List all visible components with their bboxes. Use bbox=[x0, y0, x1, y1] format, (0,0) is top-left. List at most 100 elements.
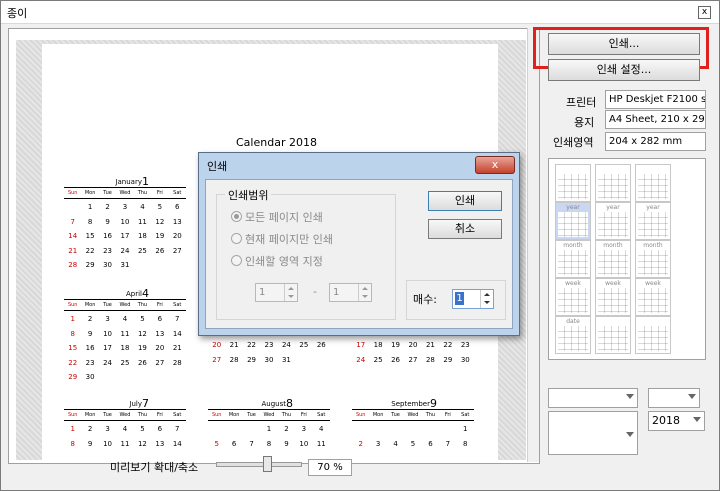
zoom-slider-track[interactable] bbox=[216, 462, 302, 467]
title-bar: 종이 x bbox=[1, 1, 719, 24]
day-cell: 29 bbox=[443, 355, 453, 364]
day-cell: 3 bbox=[301, 425, 307, 433]
day-cell: 27 bbox=[172, 246, 182, 255]
template-thumbnail[interactable]: month bbox=[635, 240, 671, 278]
weekday-label: Thu bbox=[137, 412, 148, 418]
template-thumbnail[interactable] bbox=[595, 164, 631, 202]
template-thumbnail[interactable]: year bbox=[635, 202, 671, 240]
template-thumbnail[interactable] bbox=[635, 316, 671, 354]
day-cell: 24 bbox=[356, 355, 366, 364]
day-cell: 14 bbox=[68, 232, 78, 240]
day-cell: 23 bbox=[103, 246, 113, 255]
day-cell: 3 bbox=[105, 425, 110, 433]
radio-current-page[interactable]: 현재 페이지만 인쇄 bbox=[231, 231, 333, 247]
template-grid-icon bbox=[598, 288, 628, 313]
day-cell: 12 bbox=[137, 329, 147, 338]
template-thumbnail[interactable] bbox=[555, 164, 591, 202]
template-grid-icon bbox=[558, 174, 588, 199]
day-cell: 13 bbox=[155, 329, 165, 338]
template-thumbnail[interactable]: date bbox=[555, 316, 591, 354]
template-label: date bbox=[566, 318, 580, 325]
day-cell: 6 bbox=[428, 439, 433, 448]
window-close-button[interactable]: x bbox=[698, 6, 711, 19]
weekday-label: Wed bbox=[119, 302, 131, 308]
template-label: year bbox=[606, 204, 620, 211]
day-cell: 19 bbox=[137, 344, 147, 352]
weekday-label: Fri bbox=[444, 412, 451, 418]
template-thumbnail[interactable]: week bbox=[635, 278, 671, 316]
template-thumbnail[interactable]: month bbox=[595, 240, 631, 278]
template-grid-icon bbox=[598, 250, 628, 275]
spinner-arrows-icon bbox=[284, 284, 297, 301]
radio-print-area[interactable]: 인쇄할 영역 지정 bbox=[231, 253, 323, 269]
day-cell: 4 bbox=[140, 203, 145, 211]
radio-all-pages-label: 모든 페이지 인쇄 bbox=[245, 211, 323, 224]
weekday-label: Wed bbox=[407, 412, 419, 418]
day-cell: 26 bbox=[155, 246, 165, 255]
day-cell: 20 bbox=[408, 341, 418, 349]
day-cell: 29 bbox=[85, 261, 95, 269]
template-thumbnail[interactable]: year bbox=[555, 202, 591, 240]
dialog-close-button[interactable]: x bbox=[475, 156, 515, 174]
template-thumbnail[interactable]: week bbox=[555, 278, 591, 316]
print-button[interactable]: 인쇄... bbox=[548, 33, 700, 55]
template-thumbnail[interactable]: week bbox=[595, 278, 631, 316]
day-cell: 14 bbox=[172, 439, 182, 448]
weekday-header: Sun Mon Tue Wed Thu Fri Sat bbox=[64, 299, 186, 311]
template-combo-1[interactable] bbox=[548, 388, 638, 408]
dialog-ok-button[interactable]: 인쇄 bbox=[428, 191, 502, 211]
day-cell: 5 bbox=[157, 203, 163, 211]
day-cell: 23 bbox=[85, 358, 95, 367]
template-combo-2[interactable] bbox=[648, 388, 700, 408]
day-cell: 4 bbox=[319, 425, 324, 433]
day-cell: 25 bbox=[137, 246, 147, 255]
day-cell: 12 bbox=[137, 439, 147, 448]
day-cell: 10 bbox=[103, 329, 113, 338]
day-cell: 1 bbox=[70, 425, 75, 433]
day-cell: 17 bbox=[103, 344, 113, 352]
print-area-value: 204 x 282 mm bbox=[605, 132, 706, 151]
template-thumbnail[interactable] bbox=[595, 316, 631, 354]
day-cell: 24 bbox=[281, 341, 291, 349]
preview-scrollbar[interactable] bbox=[527, 28, 539, 462]
template-list[interactable] bbox=[548, 411, 638, 455]
template-label: month bbox=[563, 242, 583, 249]
dialog-title: 인쇄 bbox=[207, 160, 228, 173]
day-grid: 1 2 3 4 5 6 7 8 9 10 11 bbox=[208, 422, 330, 451]
day-cell: 30 bbox=[264, 355, 274, 364]
weekday-label: Thu bbox=[425, 412, 436, 418]
day-grid: 1 2 3 4 5 6 7 8 9 10 11 12 13 14 15 16 17 18 19 20 21 22 23 24 2… bbox=[64, 312, 186, 385]
year-select[interactable]: 2018 bbox=[648, 411, 705, 431]
print-setup-button[interactable]: 인쇄 설정... bbox=[548, 59, 700, 81]
day-cell: 2 bbox=[284, 425, 289, 433]
radio-print-area-label: 인쇄할 영역 지정 bbox=[245, 255, 323, 268]
day-cell: 1 bbox=[87, 203, 93, 211]
radio-icon bbox=[231, 211, 242, 222]
template-grid-icon bbox=[558, 326, 588, 351]
chevron-down-icon bbox=[693, 417, 701, 422]
zoom-slider-thumb[interactable] bbox=[263, 456, 272, 472]
month-header: July 7 bbox=[64, 392, 186, 410]
day-cell bbox=[243, 422, 260, 437]
day-cell: 22 bbox=[443, 341, 453, 349]
template-thumbnail[interactable]: month bbox=[555, 240, 591, 278]
day-cell: 7 bbox=[175, 425, 180, 433]
day-cell bbox=[404, 422, 421, 437]
day-cell: 28 bbox=[425, 355, 435, 364]
to-page-spinner[interactable]: 1 bbox=[329, 283, 372, 302]
template-thumbnail[interactable]: year bbox=[595, 202, 631, 240]
chevron-down-icon bbox=[626, 394, 634, 399]
day-cell: 11 bbox=[120, 439, 130, 448]
radio-all-pages[interactable]: 모든 페이지 인쇄 bbox=[231, 209, 323, 225]
zoom-value: 70 % bbox=[308, 459, 352, 476]
day-cell bbox=[387, 422, 404, 437]
copies-spinner[interactable]: 1 bbox=[452, 289, 494, 309]
weekday-label: Mon bbox=[84, 302, 96, 308]
printer-label: 프린터 bbox=[566, 96, 597, 109]
day-cell: 8 bbox=[70, 439, 75, 448]
from-page-spinner[interactable]: 1 bbox=[255, 283, 298, 302]
template-thumbnail[interactable] bbox=[635, 164, 671, 202]
day-cell: 23 bbox=[264, 341, 274, 349]
dialog-cancel-button[interactable]: 취소 bbox=[428, 219, 502, 239]
dialog-body: 인쇄범위 모든 페이지 인쇄 현재 페이지만 인쇄 인쇄할 영역 지정 1 - … bbox=[205, 179, 513, 329]
